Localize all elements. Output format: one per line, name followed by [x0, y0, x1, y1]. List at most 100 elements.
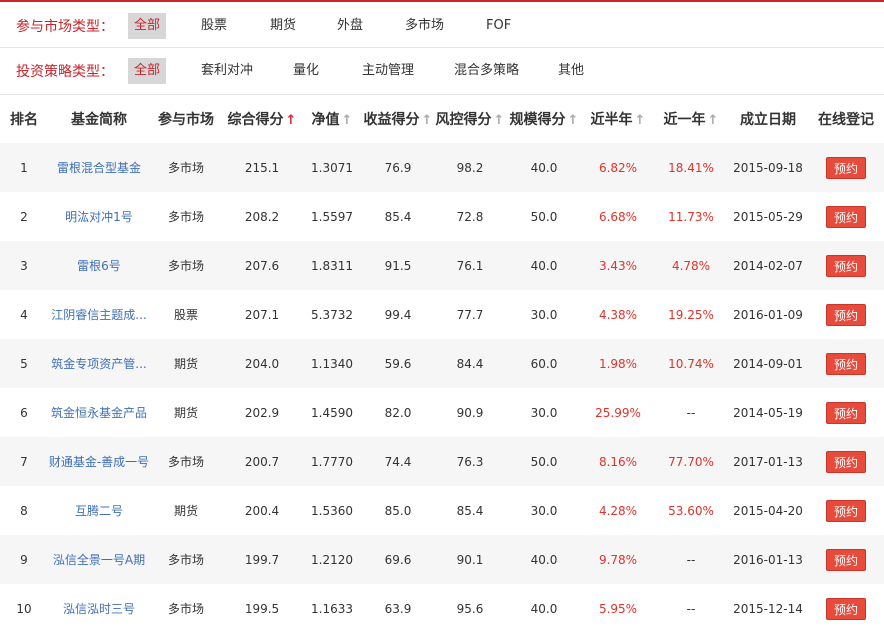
cell-half-year: 3.43%	[598, 258, 638, 273]
header-half-year[interactable]: 近半年 ↑	[582, 95, 654, 143]
sort-up-arrow-icon[interactable]: ↑	[342, 113, 353, 128]
strategy-option-active[interactable]: 主动管理	[356, 58, 420, 84]
cell-score: 204.0	[244, 356, 280, 371]
strategy-option-all[interactable]: 全部	[128, 58, 167, 84]
cell-score: 207.1	[244, 307, 280, 322]
reserve-button[interactable]: 预约	[826, 450, 866, 473]
strategy-filter-label: 投资策略类型：	[16, 64, 114, 80]
header-scale-score[interactable]: 规模得分 ↑	[506, 95, 582, 143]
table-row: 6 筑金恒永基金产品 期货 202.9 1.4590 82.0 90.9 30.0 25.99%…	[0, 388, 884, 437]
sort-up-arrow-icon[interactable]: ↑	[568, 113, 579, 128]
cell-inception-date: 2015-12-14	[733, 601, 803, 616]
cell-market: 期货	[173, 357, 198, 371]
table-row: 2 明汯对冲1号 多市场 208.2 1.5597 85.4 72.8 50.0 6.68% 11…	[0, 192, 884, 241]
reserve-button[interactable]: 预约	[826, 499, 866, 522]
fund-name-link[interactable]: 筑金恒永基金产品	[51, 406, 147, 420]
reserve-button[interactable]: 预约	[826, 205, 866, 228]
sort-up-arrow-icon[interactable]: ↑	[494, 113, 505, 128]
reserve-button[interactable]: 预约	[826, 401, 866, 424]
cell-one-year: 11.73%	[668, 209, 714, 224]
cell-scale-score: 30.0	[530, 307, 558, 322]
reserve-button[interactable]: 预约	[826, 303, 866, 326]
fund-name-link[interactable]: 互腾二号	[75, 504, 123, 518]
table-row: 3 雷根6号 多市场 207.6 1.8311 91.5 76.1 40.0 3.43% 4.78…	[0, 241, 884, 290]
cell-inception-date: 2017-01-13	[733, 454, 803, 469]
cell-nav: 1.3071	[311, 160, 353, 175]
fund-name-link[interactable]: 明汯对冲1号	[65, 210, 133, 224]
cell-return-score: 85.4	[384, 209, 412, 224]
sort-up-arrow-icon[interactable]: ↑	[422, 113, 433, 128]
reserve-button[interactable]: 预约	[826, 352, 866, 375]
market-filter-row: 参与市场类型： 全部 股票 期货 外盘 多市场 FOF	[0, 4, 884, 48]
fund-name-link[interactable]: 财通基金-善成一号	[49, 455, 149, 469]
cell-half-year: 6.68%	[598, 209, 638, 224]
strategy-option-quant[interactable]: 量化	[287, 58, 325, 84]
cell-market: 多市场	[167, 210, 204, 224]
fund-name-link[interactable]: 雷根混合型基金	[57, 161, 141, 175]
cell-score: 215.1	[244, 160, 280, 175]
market-option-futures[interactable]: 期货	[264, 13, 302, 39]
cell-one-year: --	[686, 552, 696, 567]
header-risk-score[interactable]: 风控得分 ↑	[434, 95, 506, 143]
reserve-button[interactable]: 预约	[826, 548, 866, 571]
reserve-button[interactable]: 预约	[826, 156, 866, 179]
cell-market: 多市场	[167, 259, 204, 273]
reserve-button[interactable]: 预约	[826, 597, 866, 620]
fund-ranking-table: 排名 基金简称 参与市场 综合得分 ↑ 净值 ↑ 收益得分 ↑ 风控得分 ↑ 规模得分 ↑…	[0, 95, 884, 632]
cell-half-year: 6.82%	[598, 160, 638, 175]
market-option-overseas[interactable]: 外盘	[331, 13, 369, 39]
header-score[interactable]: 综合得分 ↑	[222, 95, 302, 143]
header-market: 参与市场	[158, 112, 214, 128]
cell-market: 期货	[173, 406, 198, 420]
reserve-button[interactable]: 预约	[826, 254, 866, 277]
market-option-all[interactable]: 全部	[128, 12, 167, 39]
strategy-option-mixed[interactable]: 混合多策略	[448, 58, 525, 84]
cell-risk-score: 72.8	[456, 209, 484, 224]
cell-return-score: 59.6	[384, 356, 412, 371]
cell-return-score: 99.4	[384, 307, 412, 322]
strategy-filter-row: 投资策略类型： 全部 套利对冲 量化 主动管理 混合多策略 其他	[0, 49, 884, 93]
table-row: 5 筑金专项资产管... 期货 204.0 1.1340 59.6 84.4 60.0 1.98…	[0, 339, 884, 388]
cell-score: 207.6	[244, 258, 280, 273]
cell-score: 200.7	[244, 454, 280, 469]
header-nav[interactable]: 净值 ↑	[302, 95, 362, 143]
cell-nav: 1.5597	[311, 209, 353, 224]
sort-up-arrow-icon[interactable]: ↑	[708, 113, 719, 128]
market-option-multi[interactable]: 多市场	[399, 13, 450, 39]
sort-up-arrow-icon[interactable]: ↑	[635, 113, 646, 128]
header-one-year[interactable]: 近一年 ↑	[654, 95, 728, 143]
fund-name-link[interactable]: 筑金专项资产管...	[51, 357, 146, 371]
strategy-option-other[interactable]: 其他	[552, 58, 590, 84]
header-fund-name: 基金简称	[71, 112, 127, 128]
cell-nav: 1.7770	[311, 454, 353, 469]
market-filter-label: 参与市场类型：	[16, 18, 114, 35]
fund-name-link[interactable]: 泓信泓时三号	[63, 602, 135, 616]
cell-risk-score: 90.9	[456, 405, 484, 420]
cell-rank: 1	[20, 160, 28, 175]
header-return-score[interactable]: 收益得分 ↑	[362, 95, 434, 143]
cell-return-score: 76.9	[384, 160, 412, 175]
fund-name-link[interactable]: 雷根6号	[77, 259, 121, 273]
cell-rank: 2	[20, 209, 28, 224]
cell-scale-score: 40.0	[530, 601, 558, 616]
sort-up-arrow-icon[interactable]: ↑	[286, 113, 297, 128]
cell-inception-date: 2016-01-13	[733, 552, 803, 567]
market-option-fof[interactable]: FOF	[480, 13, 517, 39]
cell-rank: 3	[20, 258, 28, 273]
market-option-stock[interactable]: 股票	[195, 13, 233, 39]
cell-return-score: 85.0	[384, 503, 412, 518]
fund-name-link[interactable]: 江阴睿信主题成...	[51, 308, 146, 322]
cell-one-year: 10.74%	[668, 356, 714, 371]
fund-name-link[interactable]: 泓信全景一号A期	[53, 553, 145, 567]
cell-nav: 1.2120	[311, 552, 353, 567]
cell-nav: 1.1633	[311, 601, 353, 616]
cell-return-score: 91.5	[384, 258, 412, 273]
cell-half-year: 4.38%	[598, 307, 638, 322]
cell-inception-date: 2015-05-29	[733, 209, 803, 224]
cell-rank: 5	[20, 356, 28, 371]
cell-risk-score: 76.3	[456, 454, 484, 469]
cell-one-year: 77.70%	[668, 454, 714, 469]
header-inception-date: 成立日期	[740, 112, 796, 128]
cell-return-score: 63.9	[384, 601, 412, 616]
strategy-option-arbitrage[interactable]: 套利对冲	[195, 58, 259, 84]
